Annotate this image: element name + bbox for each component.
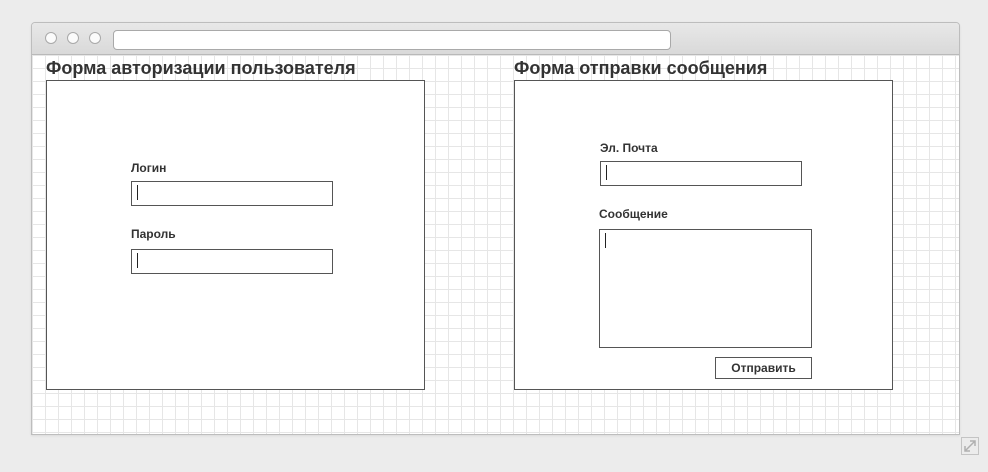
text-caret xyxy=(605,233,606,248)
submit-button[interactable]: Отправить xyxy=(715,357,812,379)
email-input[interactable] xyxy=(600,161,802,186)
password-input[interactable] xyxy=(131,249,333,274)
email-label: Эл. Почта xyxy=(600,141,658,155)
wireframe-canvas: Форма авторизации пользователя Логин Пар… xyxy=(32,55,959,434)
message-textarea[interactable] xyxy=(599,229,812,348)
address-bar[interactable] xyxy=(113,30,671,50)
window-zoom-icon[interactable] xyxy=(89,32,101,44)
message-form-panel: Эл. Почта Сообщение Отправить xyxy=(514,80,893,390)
text-caret xyxy=(137,185,138,200)
login-form-title: Форма авторизации пользователя xyxy=(46,58,356,78)
window-close-icon[interactable] xyxy=(45,32,57,44)
text-caret xyxy=(137,253,138,268)
login-form-panel: Логин Пароль xyxy=(46,80,425,390)
login-input[interactable] xyxy=(131,181,333,206)
message-label: Сообщение xyxy=(599,207,668,221)
window-minimize-icon[interactable] xyxy=(67,32,79,44)
browser-window: Форма авторизации пользователя Логин Пар… xyxy=(31,22,960,435)
message-form-title: Форма отправки сообщения xyxy=(514,58,768,78)
login-label: Логин xyxy=(131,161,167,175)
text-caret xyxy=(606,165,607,180)
title-bar xyxy=(32,23,959,55)
password-label: Пароль xyxy=(131,227,176,241)
resize-icon[interactable] xyxy=(961,437,979,455)
